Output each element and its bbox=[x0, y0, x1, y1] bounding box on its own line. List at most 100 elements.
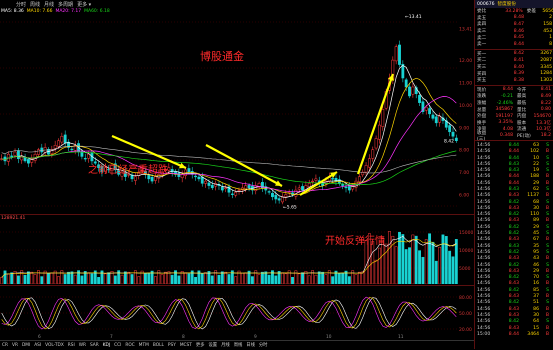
volume-bar bbox=[107, 272, 111, 284]
candle bbox=[394, 46, 398, 62]
current-price-tag: 8.42 bbox=[444, 138, 454, 144]
indicator-tab[interactable]: BOLL bbox=[151, 342, 166, 349]
indicator-tab[interactable]: 月线 bbox=[219, 341, 232, 349]
volume-bar bbox=[354, 274, 358, 284]
stat-label: 外盘 bbox=[477, 114, 487, 120]
candle bbox=[53, 145, 57, 149]
volume-bar bbox=[261, 271, 264, 284]
volume-bar bbox=[378, 247, 381, 284]
candle bbox=[274, 194, 278, 200]
toolbar-item[interactable]: 月线 bbox=[42, 1, 56, 8]
indicator-tab[interactable]: PSY bbox=[166, 342, 178, 349]
tick-volume: 30 bbox=[533, 312, 539, 318]
ask-row[interactable]: 卖一 8.44 8 bbox=[475, 41, 553, 48]
volume-chart[interactable]: 15000 10000 5000 bbox=[0, 222, 474, 284]
volume-bar bbox=[87, 272, 91, 284]
volume-bar bbox=[331, 276, 335, 284]
ask-row[interactable]: 卖四 8.47 158 bbox=[475, 21, 553, 28]
candle bbox=[57, 140, 60, 147]
tick-price: 8.42 bbox=[508, 212, 519, 218]
tick-volume: 29 bbox=[533, 268, 539, 274]
ask-label: 卖四 bbox=[477, 22, 487, 28]
indicator-tab[interactable]: RSI bbox=[66, 342, 77, 349]
ask-volume: 158 bbox=[543, 21, 552, 27]
toolbar-item[interactable]: 周线 bbox=[28, 1, 42, 8]
toolbar-item[interactable]: 分时 bbox=[14, 1, 28, 8]
ask-row[interactable]: 卖三 8.46 453 bbox=[475, 28, 553, 35]
indicator-tab[interactable]: KDJ bbox=[101, 342, 112, 349]
tick-side: B bbox=[545, 237, 549, 243]
bid-label: 买五 bbox=[477, 78, 487, 84]
indicator-tab[interactable]: MCST bbox=[178, 342, 194, 349]
indicator-tab[interactable]: MTM bbox=[137, 342, 151, 349]
bid-row[interactable]: 买五 8.38 1303 bbox=[475, 77, 553, 84]
bid-row[interactable]: 买四 8.39 1284 bbox=[475, 70, 553, 77]
ask-price: 8.45 bbox=[513, 35, 524, 41]
indicator-tab[interactable]: VR bbox=[10, 342, 20, 349]
volume-bar bbox=[347, 276, 351, 284]
bid-row[interactable]: 买三 8.40 3345 bbox=[475, 64, 553, 71]
indicator-tab[interactable]: 周线 bbox=[232, 341, 245, 349]
tick-side: B bbox=[545, 306, 549, 312]
volume-bar bbox=[170, 274, 174, 284]
toolbar-item[interactable]: 更多 ▾ bbox=[75, 1, 93, 8]
candle bbox=[133, 176, 137, 181]
candle bbox=[63, 134, 67, 144]
indicator-tab[interactable]: CCI bbox=[112, 342, 123, 349]
indicator-tab[interactable]: 更多 bbox=[194, 341, 207, 349]
volume-axis-label: 10000 bbox=[459, 248, 473, 254]
tick-row: 14:56 8.42 85 S bbox=[475, 287, 553, 293]
candle bbox=[207, 182, 211, 186]
tick-price: 8.44 bbox=[508, 180, 519, 186]
candle bbox=[234, 192, 238, 196]
volume-bar bbox=[194, 277, 197, 284]
tick-time: 14:56 bbox=[477, 294, 491, 300]
stat-row: 总量 345867 量比 0.80 bbox=[475, 106, 553, 113]
x-axis-label: 9 bbox=[254, 334, 257, 339]
tick-time: 14:56 bbox=[477, 243, 491, 249]
volume-bar bbox=[324, 274, 328, 284]
tick-volume: 62 bbox=[533, 187, 539, 192]
tick-volume: 37 bbox=[533, 294, 539, 300]
kdj-chart[interactable]: 80.00 50.00 20.00 6 7 8 9 10 11 bbox=[0, 287, 474, 339]
tick-volume: 29 bbox=[533, 180, 539, 186]
candle bbox=[431, 114, 435, 119]
tick-time: 14:56 bbox=[477, 306, 491, 312]
tick-list[interactable]: 14:56 8.44 63 S 14:56 8.44 102 B 14:56 8.44 10 S 14:… bbox=[475, 142, 553, 337]
price-axis-label: 8.00 bbox=[459, 148, 469, 154]
tick-side: B bbox=[545, 218, 549, 224]
candlestick-chart[interactable]: 13.4112.0011.0010.009.008.007.006.005.00… bbox=[0, 14, 474, 214]
indicator-tab[interactable]: 日线 bbox=[244, 341, 257, 349]
volume-bar bbox=[361, 271, 365, 284]
bid-row[interactable]: 买一 8.42 3267 bbox=[475, 51, 553, 58]
ask-row[interactable]: 卖二 8.45 1 bbox=[475, 34, 553, 41]
candle bbox=[40, 147, 44, 153]
stock-header[interactable]: 000676 智度股份 bbox=[475, 0, 553, 8]
tick-price: 8.44 bbox=[508, 142, 519, 148]
bid-label: 买二 bbox=[477, 58, 487, 64]
indicator-tab[interactable]: DMI bbox=[20, 342, 32, 349]
tick-time: 14:56 bbox=[477, 312, 491, 318]
indicator-tab[interactable]: ROC bbox=[123, 342, 136, 349]
indicator-tab[interactable]: WR bbox=[77, 342, 88, 349]
volume-bar bbox=[30, 271, 34, 284]
kdj-axis-label: 80.00 bbox=[459, 295, 472, 301]
bid-price: 8.41 bbox=[513, 57, 524, 63]
indicator-tab[interactable]: SAR bbox=[88, 342, 101, 349]
toolbar-item[interactable]: 多周期 bbox=[56, 1, 75, 8]
stat-value: 8.49 bbox=[540, 93, 551, 99]
candle bbox=[344, 186, 348, 189]
indicator-tab[interactable]: 分时 bbox=[257, 341, 270, 349]
tick-side: S bbox=[546, 142, 549, 148]
volume-bar bbox=[404, 249, 408, 284]
price-axis-label: 10.00 bbox=[459, 103, 472, 109]
indicator-tab[interactable]: VOL-TDX bbox=[43, 342, 66, 349]
diff-label: 委差 bbox=[526, 9, 536, 15]
ask-row[interactable]: 卖五 8.48 2 bbox=[475, 15, 553, 22]
tick-price: 8.44 bbox=[508, 155, 519, 161]
bid-row[interactable]: 买二 8.41 2087 bbox=[475, 57, 553, 64]
tick-time: 14:56 bbox=[477, 161, 491, 167]
indicator-tab[interactable]: CR bbox=[0, 342, 10, 349]
indicator-tab[interactable]: ASI bbox=[32, 342, 43, 349]
indicator-tab[interactable]: 设置 bbox=[207, 341, 220, 349]
